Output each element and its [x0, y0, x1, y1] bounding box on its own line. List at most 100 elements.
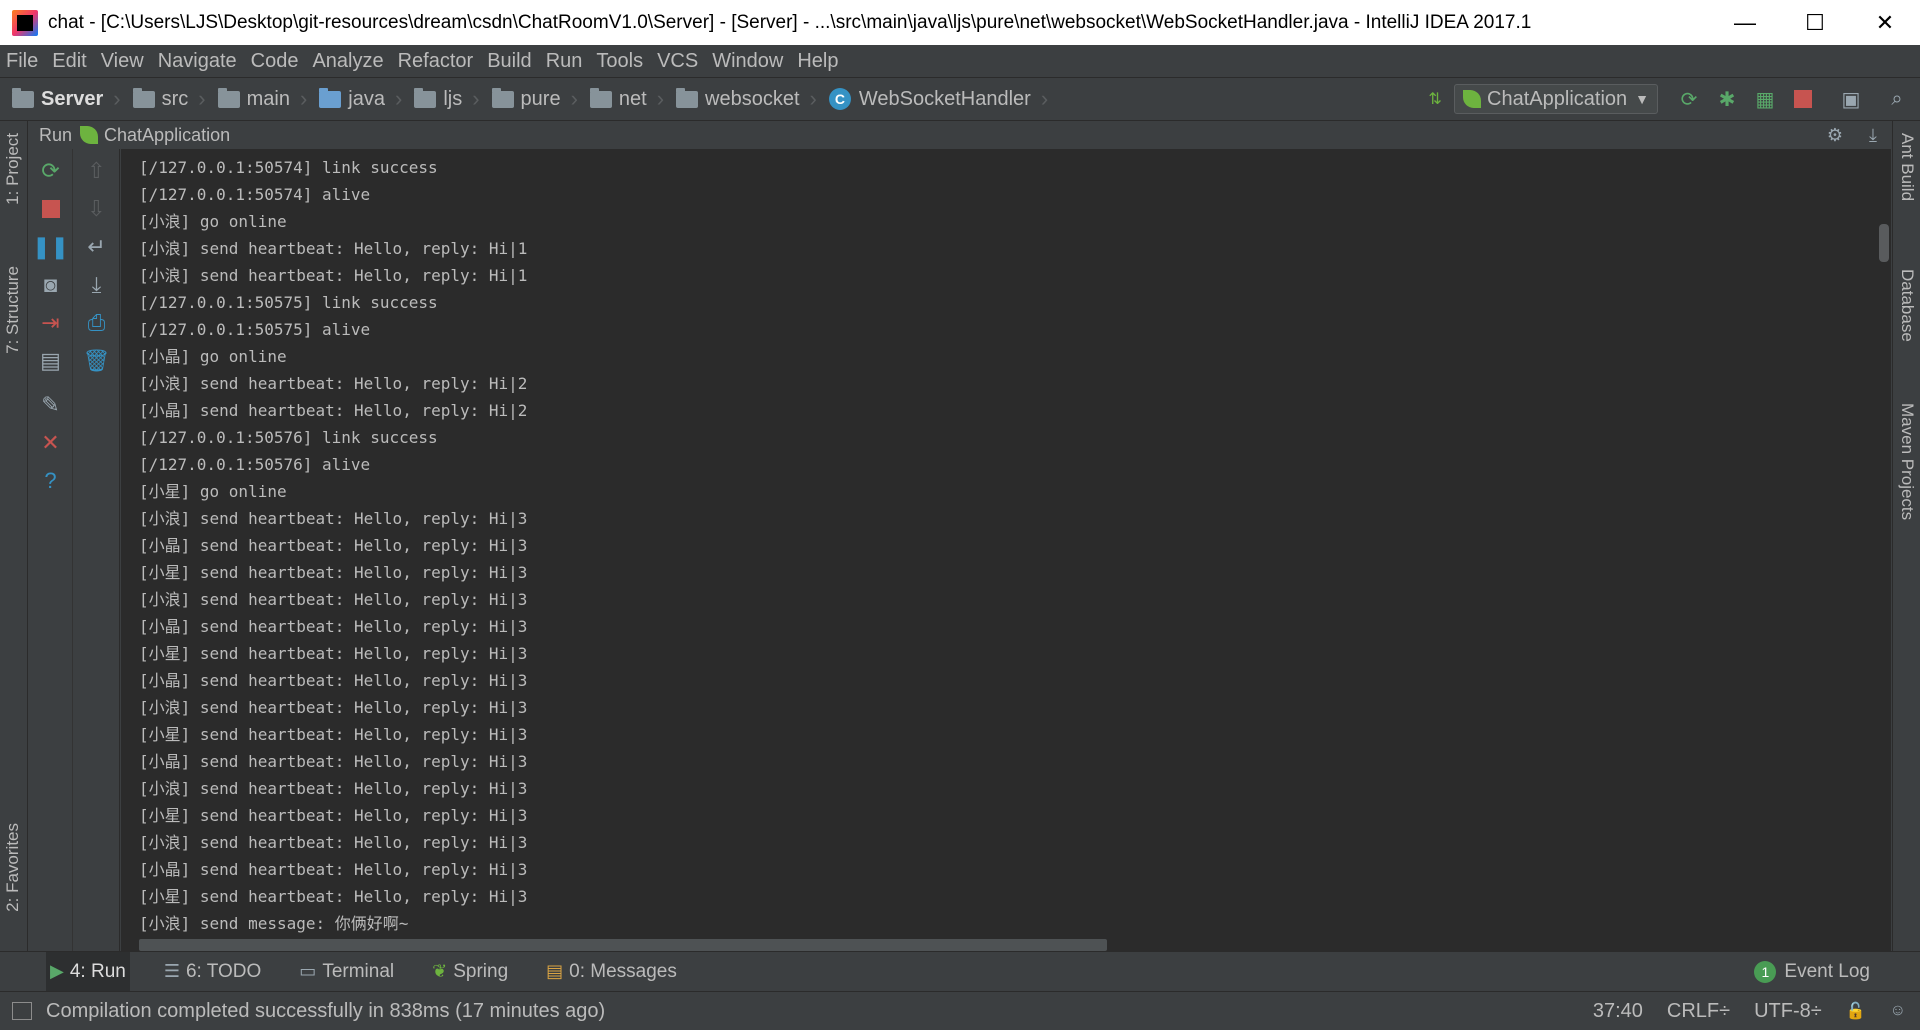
exit-icon[interactable]: ⇥ — [37, 309, 65, 337]
search-icon[interactable]: ⌕ — [1884, 86, 1910, 112]
close-button[interactable]: ✕ — [1850, 0, 1920, 45]
breadcrumb-label: main — [246, 87, 290, 110]
menu-file[interactable]: File — [6, 50, 38, 73]
encoding-select[interactable]: UTF-8÷ — [1754, 1000, 1822, 1023]
tab-favorites[interactable]: 2: Favorites — [3, 823, 23, 912]
tab-todo[interactable]: ☰ 6: TODO — [160, 952, 265, 992]
pin-icon[interactable]: ✎ — [37, 391, 65, 419]
pause-icon[interactable]: ❚❚ — [32, 233, 69, 261]
tool-windows-toggle-icon[interactable] — [12, 1002, 32, 1020]
coverage-icon[interactable]: ▦ — [1752, 86, 1778, 112]
menu-run[interactable]: Run — [546, 50, 583, 73]
chevron-right-icon: › — [656, 86, 665, 111]
horizontal-scrollbar[interactable] — [139, 939, 1107, 951]
breadcrumb-net[interactable]: net › — [578, 86, 664, 112]
tab-structure[interactable]: 7: Structure — [3, 266, 23, 354]
run-tab-label[interactable]: ChatApplication — [104, 125, 230, 146]
breadcrumb-src[interactable]: src › — [121, 86, 206, 112]
right-tool-strip: Ant Build Database Maven Projects — [1892, 121, 1920, 951]
rerun-icon[interactable]: ⟳ — [37, 157, 65, 185]
menu-help[interactable]: Help — [797, 50, 838, 73]
debug-icon[interactable]: ✱ — [1714, 86, 1740, 112]
breadcrumb-websocket[interactable]: websocket › — [664, 86, 817, 112]
run-toolbar-secondary: ⇧ ⇩ ↵ ⤓ ⎙ 🗑 — [74, 149, 120, 951]
spring-boot-icon — [80, 126, 99, 144]
module-folder-icon — [12, 87, 34, 108]
menu-navigate[interactable]: Navigate — [158, 50, 237, 73]
menu-code[interactable]: Code — [251, 50, 299, 73]
window-title: chat - [C:\Users\LJS\Desktop\git-resourc… — [48, 11, 1532, 33]
vertical-scrollbar[interactable] — [1877, 149, 1891, 951]
arrow-up-icon[interactable]: ⇧ — [83, 157, 111, 185]
help-icon[interactable]: ? — [37, 467, 65, 495]
tab-database[interactable]: Database — [1897, 269, 1917, 342]
rerun-icon[interactable]: ⟳ — [1676, 86, 1702, 112]
console-line: [小浪] send heartbeat: Hello, reply: Hi|2 — [139, 374, 528, 393]
chevron-right-icon: › — [1040, 86, 1049, 111]
console-line: [小浪] send heartbeat: Hello, reply: Hi|3 — [139, 833, 528, 852]
console-line: [/127.0.0.1:50574] link success — [139, 158, 438, 177]
console-line: [小晶] send heartbeat: Hello, reply: Hi|3 — [139, 536, 528, 555]
minimize-button[interactable]: — — [1710, 0, 1780, 45]
console-line: [小星] send heartbeat: Hello, reply: Hi|3 — [139, 806, 528, 825]
stop-icon[interactable] — [1790, 86, 1816, 112]
menu-window[interactable]: Window — [712, 50, 783, 73]
run-icon: ▶ — [50, 961, 64, 981]
soft-wrap-icon[interactable]: ↵ — [83, 233, 111, 261]
console-line: [/127.0.0.1:50574] alive — [139, 185, 371, 204]
status-message: Compilation completed successfully in 83… — [46, 999, 606, 1022]
hide-panel-icon[interactable]: ⤓ — [1869, 125, 1877, 146]
console-line: [小浪] send heartbeat: Hello, reply: Hi|3 — [139, 590, 528, 609]
console-output[interactable]: [/127.0.0.1:50574] link success [/127.0.0… — [121, 149, 1891, 951]
sort-icon[interactable]: ⇅ — [1422, 86, 1448, 112]
gear-icon[interactable]: ⚙ — [1827, 125, 1843, 146]
menu-vcs[interactable]: VCS — [657, 50, 698, 73]
run-configuration-select[interactable]: ChatApplication ▼ — [1454, 84, 1658, 114]
inspector-icon[interactable]: ☺ — [1890, 1002, 1906, 1020]
trash-icon[interactable]: 🗑 — [83, 347, 111, 375]
menu-edit[interactable]: Edit — [52, 50, 86, 73]
console-line: [小晶] send heartbeat: Hello, reply: Hi|2 — [139, 401, 528, 420]
menu-view[interactable]: View — [101, 50, 144, 73]
breadcrumb-main[interactable]: main › — [206, 86, 307, 112]
maximize-button[interactable]: ☐ — [1780, 0, 1850, 45]
layout-icon[interactable]: ▤ — [37, 347, 65, 375]
chevron-right-icon: › — [472, 86, 480, 111]
menu-build[interactable]: Build — [487, 50, 531, 73]
menu-tools[interactable]: Tools — [596, 50, 643, 73]
breadcrumb-java[interactable]: java › — [307, 86, 402, 112]
console-line: [小浪] send heartbeat: Hello, reply: Hi|3 — [139, 509, 528, 528]
tab-maven-projects[interactable]: Maven Projects — [1897, 403, 1917, 520]
close-icon[interactable]: ✕ — [37, 429, 65, 457]
breadcrumb-server[interactable]: Server › — [0, 86, 121, 112]
console-line: [小晶] send heartbeat: Hello, reply: Hi|3 — [139, 860, 528, 879]
console-line: [小浪] send heartbeat: Hello, reply: Hi|1 — [139, 239, 528, 258]
tab-run[interactable]: ▶ 4: Run — [46, 951, 130, 992]
tab-ant-build[interactable]: Ant Build — [1897, 133, 1917, 201]
scrollbar-thumb[interactable] — [1879, 224, 1889, 262]
tab-spring[interactable]: ❦ Spring — [428, 952, 512, 992]
chevron-right-icon: › — [809, 86, 817, 111]
arrow-down-icon[interactable]: ⇩ — [83, 195, 111, 223]
menu-analyze[interactable]: Analyze — [312, 50, 383, 73]
tab-terminal[interactable]: ▭ Terminal — [295, 952, 398, 992]
tab-messages[interactable]: ▤ 0: Messages — [542, 952, 681, 992]
stop-icon[interactable] — [37, 195, 65, 223]
dump-threads-icon[interactable]: ◙ — [37, 271, 65, 299]
menu-refactor[interactable]: Refactor — [398, 50, 474, 73]
line-separator-select[interactable]: CRLF÷ — [1667, 1000, 1730, 1023]
breadcrumb-websockethandler[interactable]: C WebSocketHandler › — [817, 86, 1048, 112]
print-icon[interactable]: ⎙ — [83, 309, 111, 337]
console-line: [小浪] send message: 你俩好啊~ — [139, 914, 409, 933]
breadcrumb-ljs[interactable]: ljs › — [402, 86, 480, 112]
caret-position[interactable]: 37:40 — [1593, 1000, 1643, 1023]
tab-project[interactable]: 1: Project — [3, 133, 23, 205]
breadcrumb-pure[interactable]: pure › — [480, 86, 578, 112]
lock-icon[interactable]: 🔓 — [1846, 1001, 1866, 1021]
scroll-to-end-icon[interactable]: ⤓ — [83, 271, 111, 299]
event-log-button[interactable]: 1 Event Log — [1754, 952, 1870, 992]
folder-icon — [132, 87, 155, 108]
spring-icon: ❦ — [432, 961, 448, 981]
project-structure-icon[interactable]: ▣ — [1838, 86, 1864, 112]
console-line: [/127.0.0.1:50576] link success — [139, 428, 438, 447]
